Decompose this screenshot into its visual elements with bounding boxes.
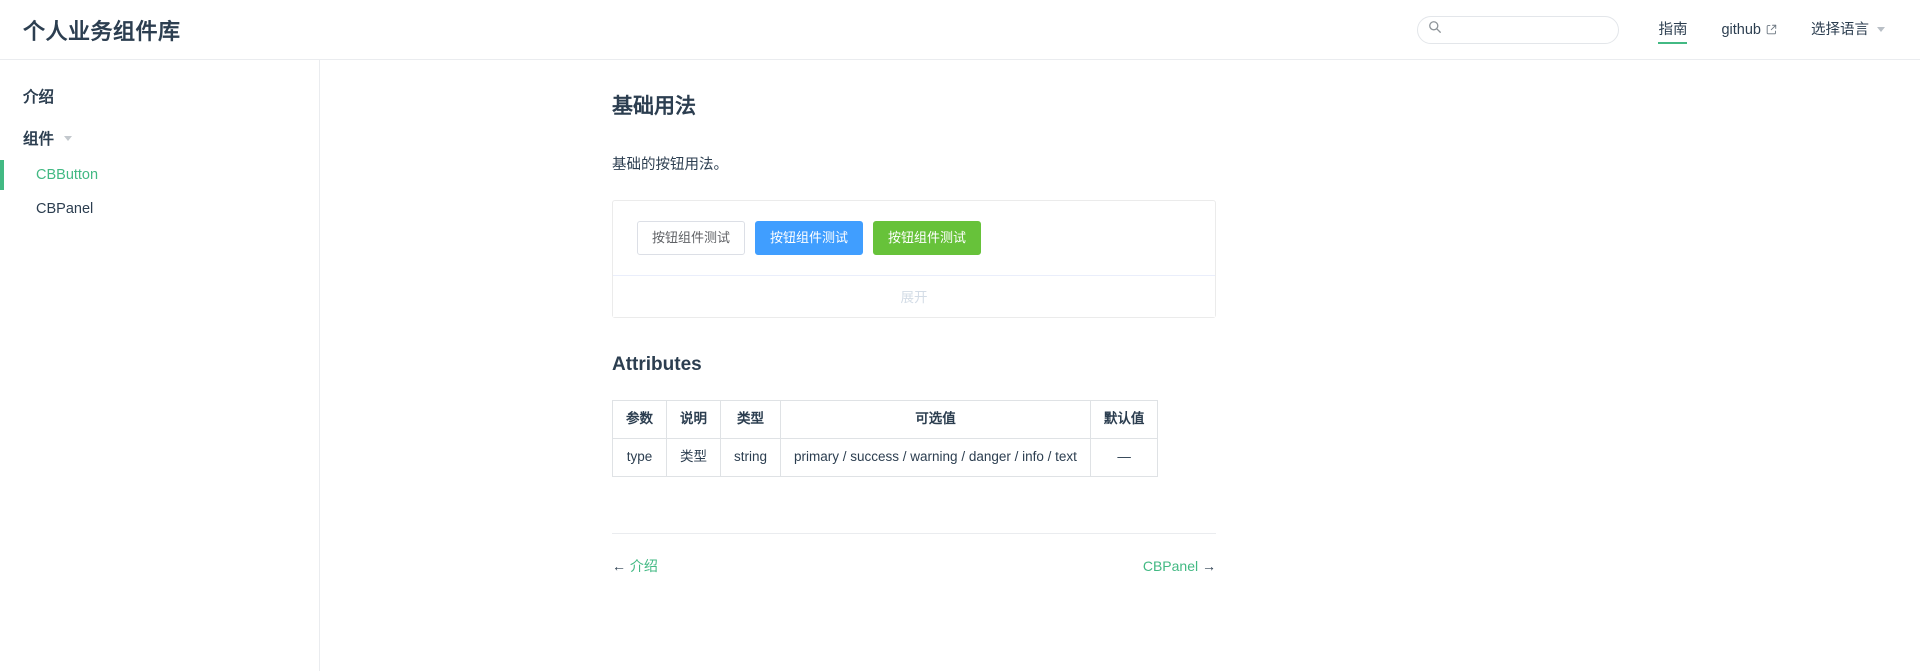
sidebar-item-cbbutton[interactable]: CBButton bbox=[0, 158, 319, 192]
attributes-heading: Attributes bbox=[612, 353, 702, 375]
chevron-down-icon bbox=[64, 135, 73, 141]
demo-button-default[interactable]: 按钮组件测试 bbox=[637, 220, 746, 255]
nav-link-github[interactable]: github bbox=[1721, 0, 1777, 60]
page-nav-prev-link[interactable]: 介绍 bbox=[630, 558, 658, 574]
table-cell-param: type bbox=[612, 438, 667, 477]
page-nav: ← 介绍 CBPanel → bbox=[612, 532, 1216, 576]
sidebar-item-components[interactable]: 组件 bbox=[0, 118, 319, 158]
sidebar-group-components: 组件 CBButton CBPanel bbox=[0, 118, 319, 227]
doc-article: 基础用法 基础的按钮用法。 按钮组件测试 按钮组件测试 按钮组件测试 展开 At… bbox=[612, 60, 1352, 576]
external-link-icon bbox=[1766, 24, 1777, 35]
table-row: type 类型 string primary / success / warni… bbox=[612, 438, 1159, 477]
table-header-cell: 类型 bbox=[719, 400, 782, 440]
demo-card: 按钮组件测试 按钮组件测试 按钮组件测试 展开 bbox=[612, 199, 1216, 318]
demo-buttons-row: 按钮组件测试 按钮组件测试 按钮组件测试 bbox=[613, 201, 1215, 275]
arrow-left-icon: ← bbox=[612, 557, 626, 574]
search-box[interactable] bbox=[1417, 15, 1620, 44]
page-description: 基础的按钮用法。 bbox=[612, 157, 728, 174]
table-header-cell: 默认值 bbox=[1089, 400, 1159, 440]
main-content: 基础用法 基础的按钮用法。 按钮组件测试 按钮组件测试 按钮组件测试 展开 At… bbox=[321, 60, 1920, 671]
nav-link-guide-label: 指南 bbox=[1658, 21, 1688, 38]
table-header-cell: 可选值 bbox=[780, 400, 1091, 440]
sidebar: 介绍 组件 CBButton CBPanel bbox=[0, 60, 320, 671]
sidebar-item-intro[interactable]: 介绍 bbox=[0, 76, 319, 116]
table-cell-default: — bbox=[1089, 438, 1159, 477]
page-nav-prev: ← 介绍 bbox=[612, 556, 658, 576]
sidebar-group-intro: 介绍 bbox=[0, 76, 319, 116]
demo-expand-toggle[interactable]: 展开 bbox=[613, 274, 1215, 317]
search-icon bbox=[1428, 20, 1442, 39]
table-header-row: 参数 说明 类型 可选值 默认值 bbox=[612, 400, 1159, 440]
page-nav-next: CBPanel → bbox=[1143, 558, 1216, 574]
navbar-right: 指南 github 选择语言 bbox=[1417, 0, 1902, 60]
page-title: 基础用法 bbox=[612, 95, 696, 118]
site-title[interactable]: 个人业务组件库 bbox=[23, 14, 181, 46]
sidebar-item-cbbutton-label: CBButton bbox=[36, 167, 99, 183]
sidebar-item-cbpanel[interactable]: CBPanel bbox=[0, 192, 319, 226]
table-cell-options: primary / success / warning / danger / i… bbox=[780, 438, 1091, 477]
attributes-table: 参数 说明 类型 可选值 默认值 type 类型 string primary … bbox=[612, 400, 1159, 477]
demo-button-primary[interactable]: 按钮组件测试 bbox=[755, 220, 864, 255]
demo-button-success[interactable]: 按钮组件测试 bbox=[873, 220, 982, 255]
table-cell-desc: 类型 bbox=[666, 438, 721, 477]
nav-link-language[interactable]: 选择语言 bbox=[1811, 0, 1885, 60]
nav-link-github-label: github bbox=[1721, 21, 1761, 38]
table-header-cell: 说明 bbox=[666, 400, 721, 440]
nav-link-language-label: 选择语言 bbox=[1811, 21, 1869, 38]
chevron-down-icon bbox=[1877, 27, 1885, 32]
arrow-right-icon: → bbox=[1202, 557, 1216, 574]
table-header-cell: 参数 bbox=[612, 400, 667, 440]
top-navbar: 个人业务组件库 指南 github 选择语言 bbox=[0, 0, 1920, 60]
nav-links: 指南 github 选择语言 bbox=[1641, 0, 1902, 60]
search-input[interactable] bbox=[1448, 21, 1609, 38]
page-nav-next-link[interactable]: CBPanel bbox=[1143, 558, 1198, 574]
demo-expand-label: 展开 bbox=[900, 290, 928, 306]
table-cell-type: string bbox=[719, 438, 782, 477]
nav-link-guide[interactable]: 指南 bbox=[1658, 0, 1688, 60]
sidebar-item-components-label: 组件 bbox=[23, 131, 55, 148]
sidebar-item-cbpanel-label: CBPanel bbox=[36, 201, 94, 218]
sidebar-item-intro-label: 介绍 bbox=[23, 89, 55, 106]
